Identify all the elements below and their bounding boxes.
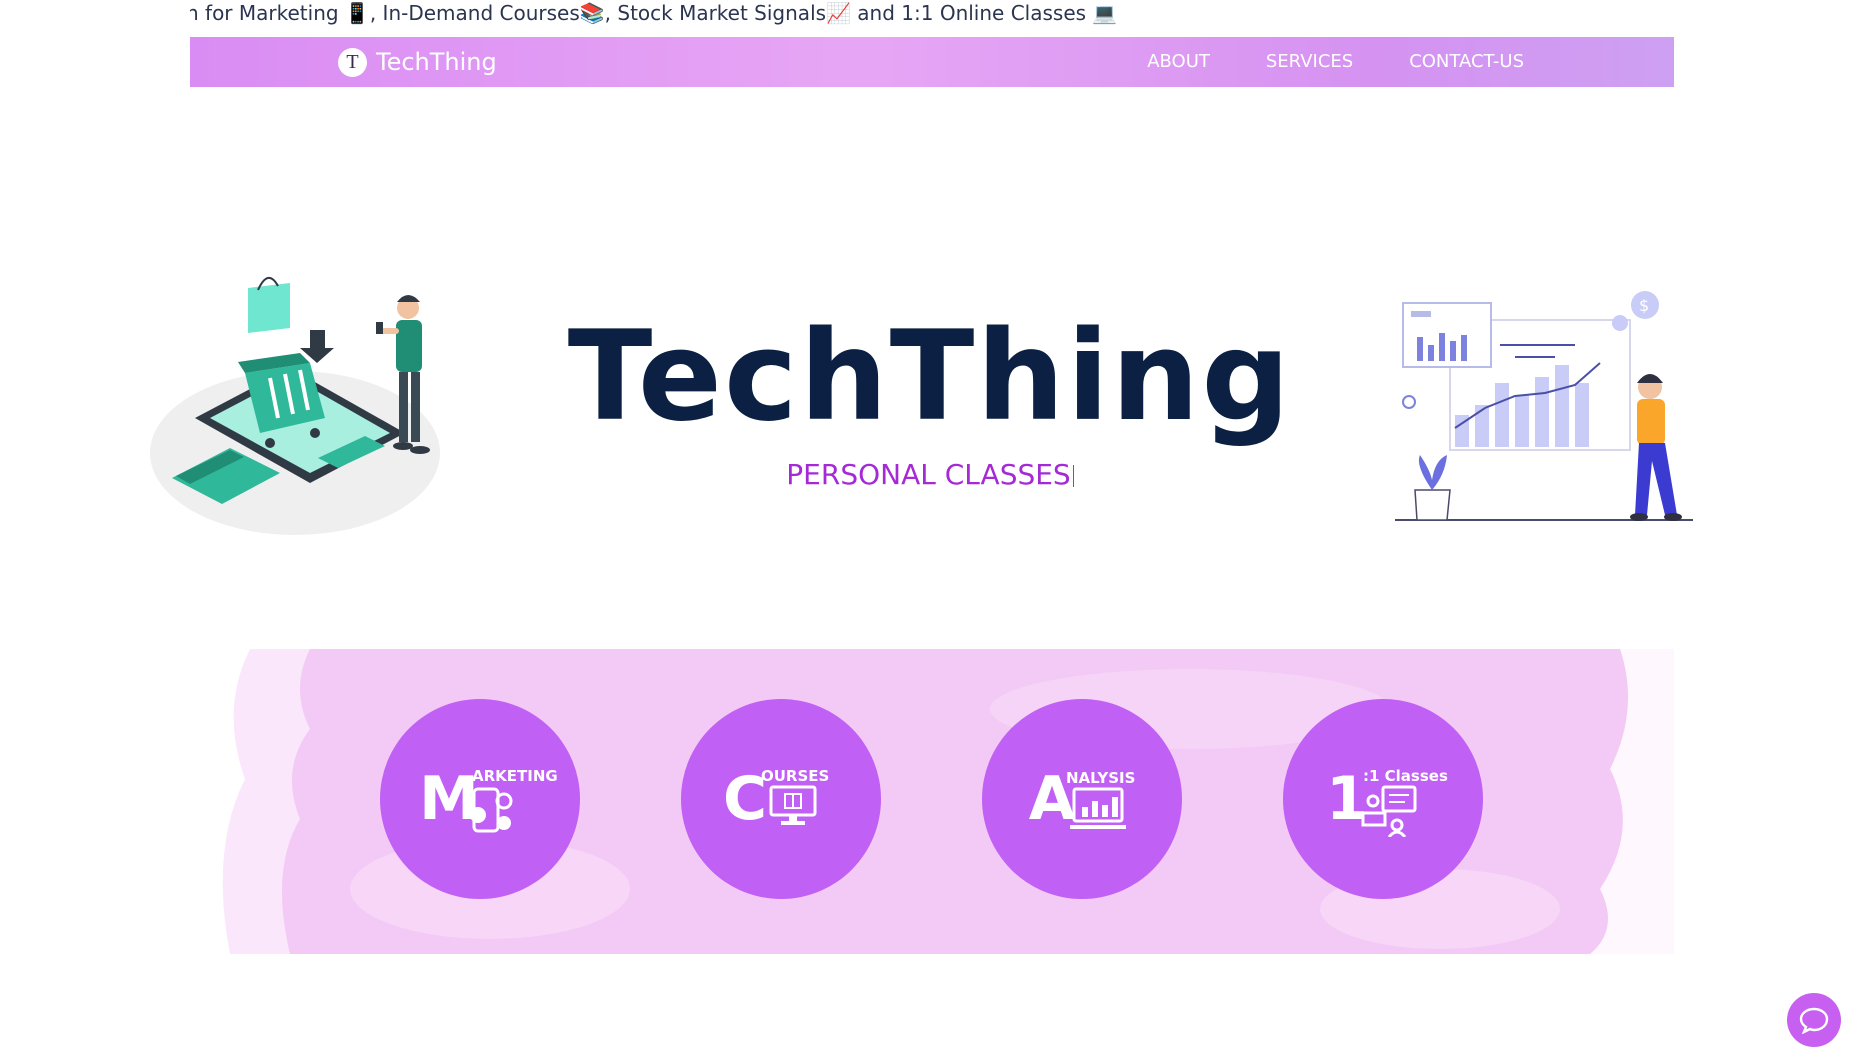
analytics-illustration: $ bbox=[1395, 265, 1695, 525]
bar-chart-monitor-icon bbox=[1070, 787, 1126, 829]
marquee-text: n for Marketing 📱, In-Demand Courses📚, S… bbox=[190, 1, 1118, 25]
service-analysis-label: NALYSIS bbox=[1066, 769, 1136, 787]
nav-link-contact-us[interactable]: CONTACT-US bbox=[1409, 51, 1524, 72]
monitor-book-icon bbox=[769, 785, 817, 825]
announcement-marquee: n for Marketing 📱, In-Demand Courses📚, S… bbox=[190, 0, 1670, 26]
chat-button[interactable] bbox=[1787, 993, 1841, 1047]
hero-subtitle-text: PERSONAL CLASSES bbox=[786, 458, 1071, 491]
service-courses-label: OURSES bbox=[761, 767, 830, 785]
brand-name: TechThing bbox=[376, 48, 497, 76]
shopping-illustration bbox=[150, 268, 450, 538]
hero-subtitle: PERSONAL CLASSES bbox=[560, 458, 1300, 491]
services-band: M ARKETING C OURSES A NALYSIS 1:1 Class… bbox=[190, 649, 1674, 954]
nav-link-about[interactable]: ABOUT bbox=[1147, 51, 1210, 72]
nav-links: ABOUT SERVICES CONTACT-US bbox=[1147, 51, 1524, 72]
svg-text:$: $ bbox=[1639, 296, 1649, 315]
service-one-on-one-label: :1 Classes bbox=[1363, 767, 1448, 785]
service-analysis-button[interactable]: A NALYSIS bbox=[982, 699, 1182, 899]
nav-link-services[interactable]: SERVICES bbox=[1266, 51, 1353, 72]
service-marketing-label: ARKETING bbox=[472, 767, 558, 785]
brand-link[interactable]: T TechThing bbox=[338, 47, 497, 77]
hero-title: TechThing bbox=[567, 305, 1293, 449]
service-marketing-button[interactable]: M ARKETING bbox=[380, 699, 580, 899]
teacher-presentation-icon bbox=[1361, 785, 1417, 837]
chat-bubble-icon bbox=[1799, 1007, 1829, 1034]
social-media-phone-icon bbox=[470, 787, 513, 833]
navbar: T TechThing ABOUT SERVICES CONTACT-US bbox=[190, 37, 1674, 87]
service-one-on-one-button[interactable]: 1 :1 Classes bbox=[1283, 699, 1483, 899]
service-courses-button[interactable]: C OURSES bbox=[681, 699, 881, 899]
brand-logo-icon: T bbox=[338, 47, 367, 77]
typing-cursor-icon bbox=[1072, 465, 1074, 487]
